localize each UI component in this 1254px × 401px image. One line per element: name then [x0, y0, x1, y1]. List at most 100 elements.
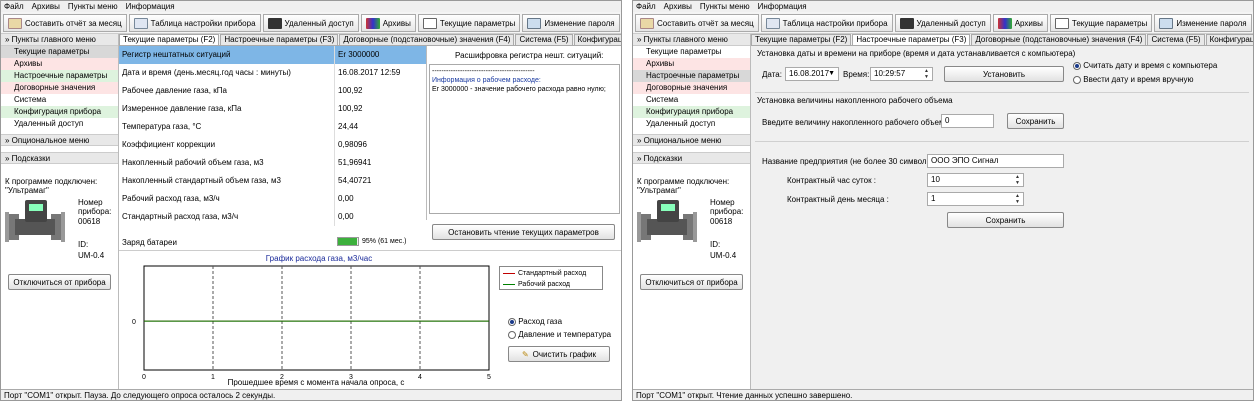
- radio-flow[interactable]: Расход газа: [508, 317, 562, 326]
- modem-icon: [899, 17, 914, 29]
- sidebar-item-current[interactable]: Текущие параметры: [633, 46, 750, 58]
- remote-button[interactable]: Удаленный доступ: [894, 14, 991, 32]
- time-spinner-icon[interactable]: ▲ ▼: [922, 68, 931, 80]
- archives-button[interactable]: Архивы: [992, 14, 1048, 32]
- stop-reading-button[interactable]: Остановить чтение текущих параметров: [432, 224, 615, 240]
- contract-hour-label: Контрактный час суток :: [787, 176, 877, 185]
- settings-table-button[interactable]: Таблица настройки прибора: [128, 14, 261, 32]
- optional-menu-header[interactable]: » Опциональное меню: [633, 134, 750, 146]
- hints-header[interactable]: » Подсказки: [633, 152, 750, 164]
- settings-table-button[interactable]: Таблица настройки прибора: [760, 14, 893, 32]
- clear-chart-button[interactable]: ✎ Очистить график: [508, 346, 610, 362]
- settings-panel: Установка даты и времени на приборе (вре…: [751, 45, 1253, 389]
- meter-device-icon: [637, 200, 697, 242]
- sidebar-item-system[interactable]: Система: [1, 94, 118, 106]
- sidebar-item-system[interactable]: Система: [633, 94, 750, 106]
- sidebar-item-settings[interactable]: Настроечные параметры: [1, 70, 118, 82]
- menu-items[interactable]: Пункты меню: [700, 1, 750, 12]
- sidebar-item-archives[interactable]: Архивы: [633, 58, 750, 70]
- save-volume-button[interactable]: Сохранить: [1007, 113, 1064, 129]
- tab-settings[interactable]: Настроечные параметры (F3): [852, 34, 971, 45]
- id-value: UM-0.4: [710, 251, 737, 260]
- tab-system[interactable]: Система (F5): [1147, 34, 1205, 45]
- main-menu-header[interactable]: » Пункты главного меню: [1, 34, 118, 46]
- hour-spinner-icon[interactable]: ▲ ▼: [1013, 174, 1022, 186]
- sidebar-item-current[interactable]: Текущие параметры: [1, 46, 118, 58]
- sidebar-item-contract[interactable]: Договорные значения: [633, 82, 750, 94]
- menu-archives[interactable]: Архивы: [664, 1, 692, 12]
- volume-input[interactable]: 0: [941, 114, 994, 128]
- company-input[interactable]: ООО ЭПО Сигнал: [927, 154, 1064, 168]
- radio-pressure[interactable]: Давление и температура: [508, 330, 611, 339]
- chart-xlabel: Прошедшее время с момента начала опроса,…: [228, 378, 405, 387]
- archive-icon: [997, 17, 1012, 29]
- menubar: Файл Архивы Пункты меню Информация: [1, 1, 621, 12]
- report-button[interactable]: Составить отчёт за месяц: [3, 14, 127, 32]
- sidebar-item-contract[interactable]: Договорные значения: [1, 82, 118, 94]
- tabbar: Текущие параметры (F2) Настроечные парам…: [119, 34, 621, 45]
- chart-x-tick: 1: [211, 374, 215, 381]
- toolbar: Составить отчёт за месяц Таблица настрой…: [1, 12, 621, 34]
- menu-items[interactable]: Пункты меню: [68, 1, 118, 12]
- change-password-button[interactable]: Изменение пароля: [1154, 14, 1252, 32]
- sidebar-item-config[interactable]: Конфигурация прибора: [633, 106, 750, 118]
- id-value: UM-0.4: [78, 251, 105, 260]
- set-datetime-button[interactable]: Установить: [944, 66, 1064, 82]
- tab-contract[interactable]: Договорные (подстановочные) значения (F4…: [971, 34, 1147, 45]
- password-icon: [527, 17, 542, 29]
- company-label: Название предприятия (не более 30 символ…: [762, 157, 941, 166]
- chart-area: График расхода газа, м3/час 012345 0 Про…: [119, 250, 621, 392]
- volume-label: Введите величину накопленного рабочего о…: [762, 118, 952, 127]
- time-input[interactable]: 10:29:57 ▲ ▼: [870, 67, 933, 81]
- hints-header[interactable]: » Подсказки: [1, 152, 118, 164]
- sidebar-item-remote[interactable]: Удаленный доступ: [1, 118, 118, 130]
- decode-panel: Расшифровка регистра нешт. ситуаций: ---…: [426, 46, 621, 220]
- current-button[interactable]: Текущие параметры: [417, 14, 521, 32]
- current-button[interactable]: Текущие параметры: [1049, 14, 1153, 32]
- remote-button[interactable]: Удаленный доступ: [262, 14, 359, 32]
- legend-label: Рабочий расход: [518, 280, 571, 288]
- date-label: Дата:: [762, 70, 782, 79]
- save-contract-button[interactable]: Сохранить: [947, 212, 1064, 228]
- param-value: 100,92: [334, 100, 426, 118]
- chart-legend: Стандартный расход Рабочий расход: [499, 266, 603, 290]
- change-password-button[interactable]: Изменение пароля: [522, 14, 620, 32]
- menu-info[interactable]: Информация: [126, 1, 175, 12]
- day-spinner-icon[interactable]: ▲ ▼: [1013, 193, 1022, 205]
- menu-archives[interactable]: Архивы: [32, 1, 60, 12]
- disconnect-button[interactable]: Отключиться от прибора: [640, 274, 743, 290]
- contract-day-input[interactable]: 1 ▲ ▼: [927, 192, 1024, 206]
- radio-manual[interactable]: Ввести дату и время вручную: [1073, 75, 1194, 84]
- sidebar-item-settings[interactable]: Настроечные параметры: [633, 70, 750, 82]
- tab-system[interactable]: Система (F5): [515, 34, 573, 45]
- main-menu-header[interactable]: » Пункты главного меню: [633, 34, 750, 46]
- tab-config[interactable]: Конфигурация приб: [573, 34, 621, 45]
- decode-textbox[interactable]: ----------------------------------------…: [429, 64, 620, 214]
- decode-line1: Информация о рабочем расходе:: [432, 77, 541, 84]
- report-button[interactable]: Составить отчёт за месяц: [635, 14, 759, 32]
- tab-current[interactable]: Текущие параметры (F2): [751, 34, 852, 45]
- sidebar-item-remote[interactable]: Удаленный доступ: [633, 118, 750, 130]
- tab-settings[interactable]: Настроечные параметры (F3): [220, 34, 339, 45]
- tab-config[interactable]: Конфигурация пр: [1205, 34, 1253, 45]
- contract-hour-input[interactable]: 10 ▲ ▼: [927, 173, 1024, 187]
- params-table: Регистр нештатных ситуаций Er 3000000 Дата…: [119, 46, 426, 246]
- menu-file[interactable]: Файл: [636, 1, 656, 12]
- current-params-panel: Регистр нештатных ситуаций Er 3000000 Дата…: [119, 45, 621, 392]
- battery-bar: [337, 237, 359, 246]
- tab-contract[interactable]: Договорные (подстановочные) значения (F4…: [339, 34, 515, 45]
- menu-info[interactable]: Информация: [758, 1, 807, 12]
- disconnect-button[interactable]: Отключиться от прибора: [8, 274, 111, 290]
- tab-current[interactable]: Текущие параметры (F2): [119, 34, 220, 45]
- param-name: Рабочее давление газа, кПа: [122, 86, 227, 95]
- radio-from-pc[interactable]: Считать дату и время с компьютера: [1073, 61, 1217, 70]
- remote-label: Удаленный доступ: [284, 18, 354, 28]
- menu-file[interactable]: Файл: [4, 1, 24, 12]
- archives-button[interactable]: Архивы: [360, 14, 416, 32]
- param-name: Накопленный рабочий объем газа, м3: [122, 158, 264, 167]
- sidebar-item-archives[interactable]: Архивы: [1, 58, 118, 70]
- date-picker[interactable]: 16.08.2017 ▼: [785, 67, 839, 81]
- optional-menu-header[interactable]: » Опциональное меню: [1, 134, 118, 146]
- sidebar-item-config[interactable]: Конфигурация прибора: [1, 106, 118, 118]
- number-value: 00618: [710, 217, 733, 226]
